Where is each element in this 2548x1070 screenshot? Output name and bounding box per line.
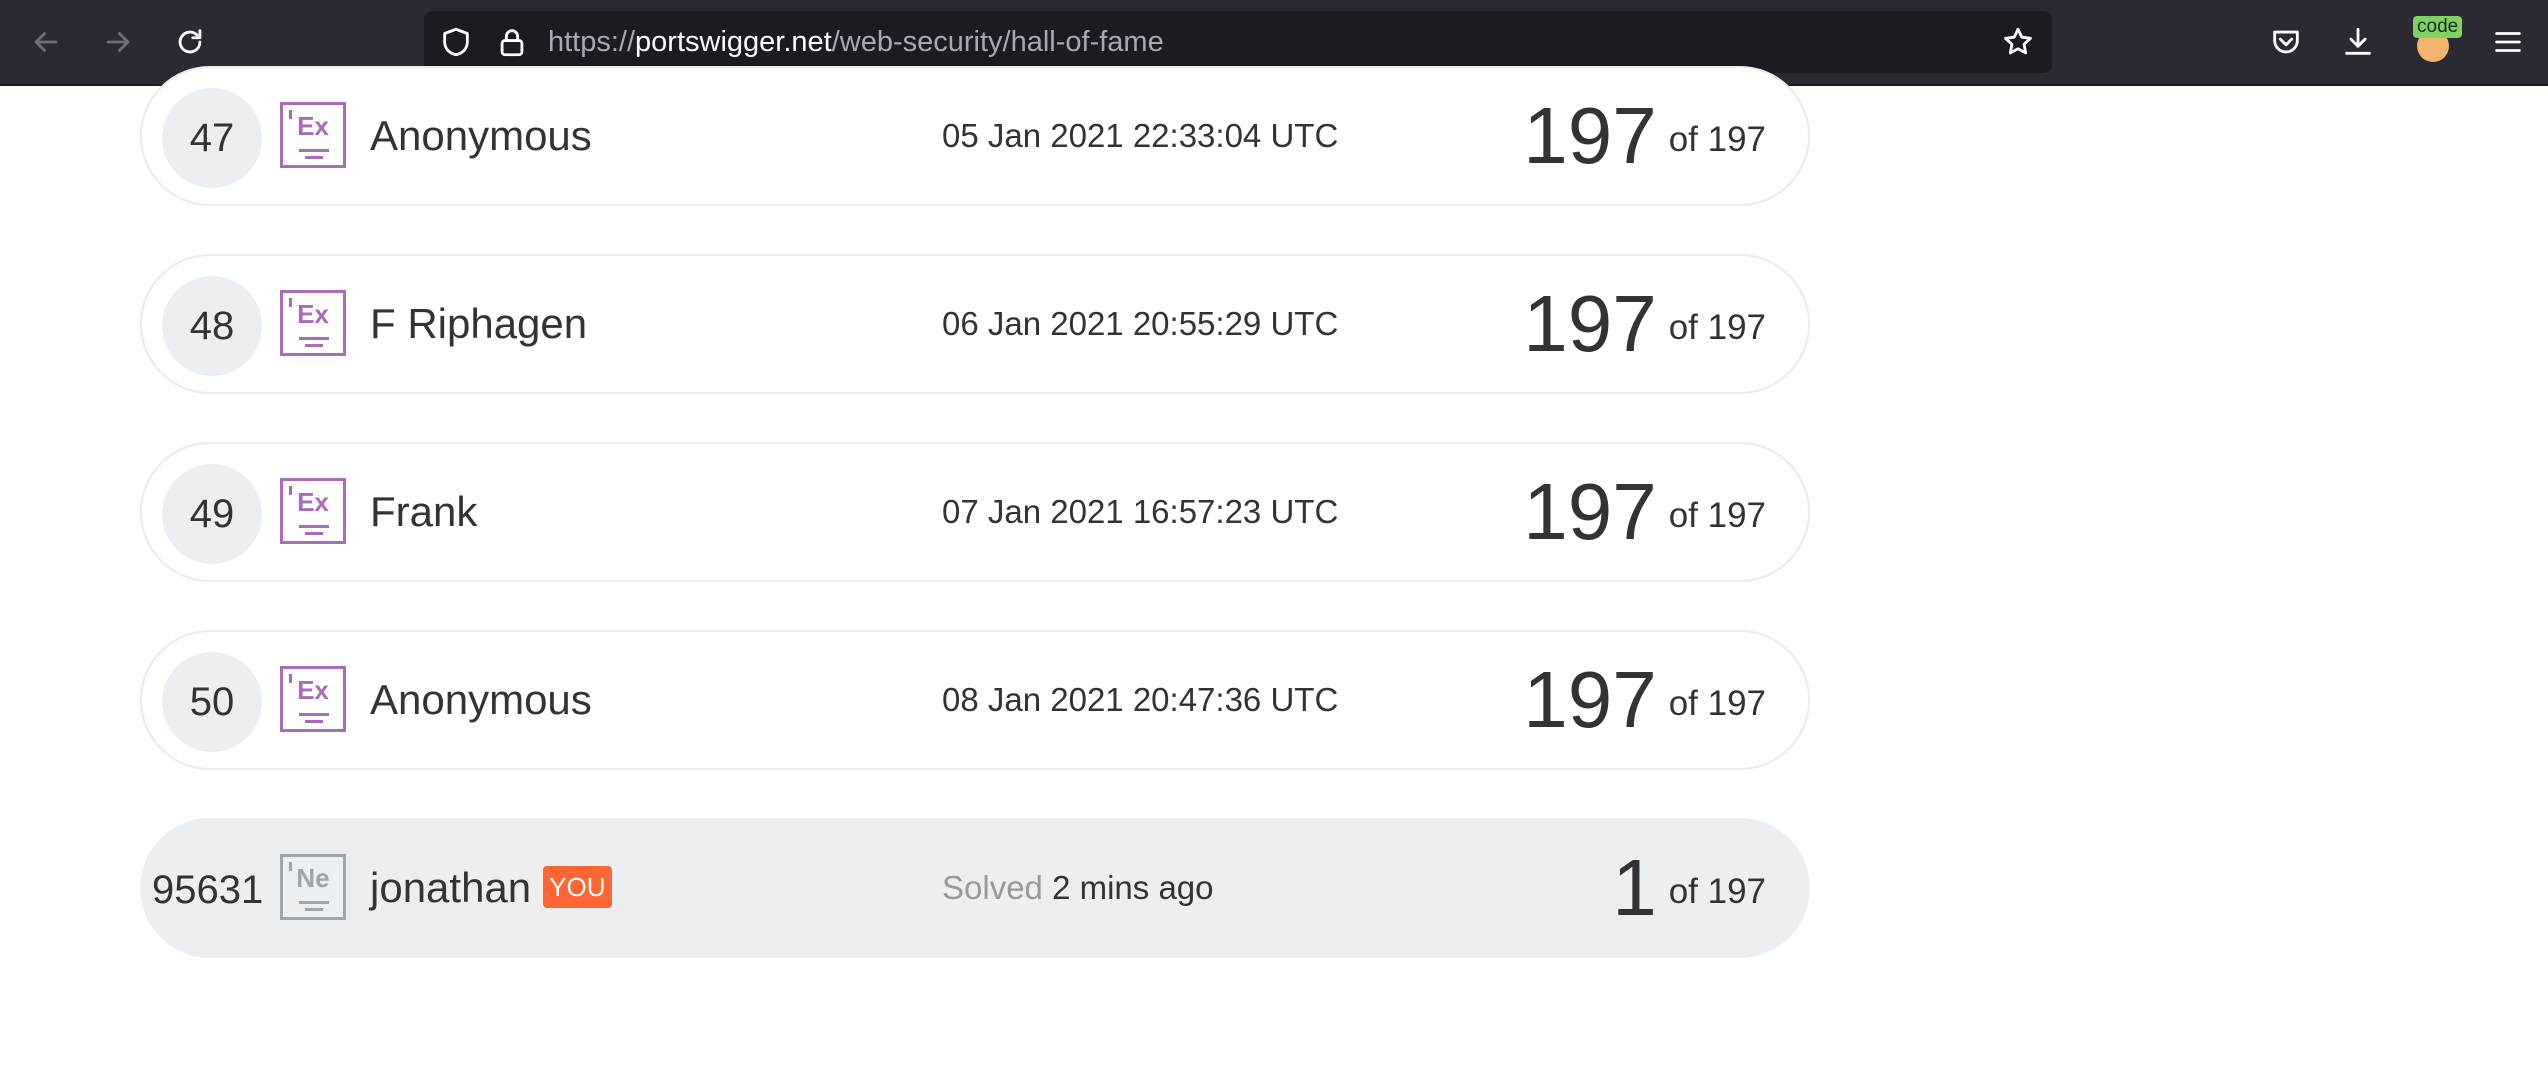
score-total: of 197 xyxy=(1668,120,1766,159)
you-tag: YOU xyxy=(543,865,612,908)
user-name: Anonymous xyxy=(370,112,592,159)
level-badge-icon: Ex xyxy=(280,290,346,356)
leaderboard-row: 50 Ex Anonymous 08 Jan 2021 20:47:36 UTC… xyxy=(140,630,1810,770)
rank-badge: 48 xyxy=(162,276,262,376)
score-value: 1 xyxy=(1612,843,1657,932)
score: 197 of 197 xyxy=(1523,256,1766,392)
user-name-text: jonathan xyxy=(370,864,532,911)
score-value: 197 xyxy=(1523,91,1657,180)
level-label: Ex xyxy=(297,675,329,705)
level-badge-icon: Ex xyxy=(280,102,346,168)
score-total: of 197 xyxy=(1668,872,1766,911)
level-badge-icon: Ex xyxy=(280,666,346,732)
level-badge-icon: Ne xyxy=(280,854,346,920)
solved-time: 2 mins ago xyxy=(1052,869,1214,906)
user-name: Anonymous xyxy=(370,676,592,723)
score-value: 197 xyxy=(1523,279,1657,368)
level-label: Ex xyxy=(297,487,329,517)
score: 1 of 197 xyxy=(1612,820,1766,956)
score: 197 of 197 xyxy=(1523,68,1766,204)
rank-badge: 50 xyxy=(162,652,262,752)
score: 197 of 197 xyxy=(1523,444,1766,580)
level-label: Ex xyxy=(297,299,329,329)
score-total: of 197 xyxy=(1668,496,1766,535)
completion-date: 06 Jan 2021 20:55:29 UTC xyxy=(942,305,1339,342)
user-name: jonathan YOU xyxy=(370,820,612,956)
score-total: of 197 xyxy=(1668,684,1766,723)
completion-date: 07 Jan 2021 16:57:23 UTC xyxy=(942,493,1339,530)
current-user-row: 95631 Ne jonathan YOU Solved 2 mins ago 1… xyxy=(140,818,1810,958)
leaderboard-row: 48 Ex F Riphagen 06 Jan 2021 20:55:29 UT… xyxy=(140,254,1810,394)
rank-badge: 47 xyxy=(162,88,262,188)
solved-status: Solved 2 mins ago xyxy=(942,820,1214,956)
leaderboard-row: 47 Ex Anonymous 05 Jan 2021 22:33:04 UTC… xyxy=(140,66,1810,206)
level-label: Ex xyxy=(297,111,329,141)
user-name: Frank xyxy=(370,488,478,535)
hall-of-fame-list: 47 Ex Anonymous 05 Jan 2021 22:33:04 UTC… xyxy=(0,0,2548,1070)
leaderboard-row: 49 Ex Frank 07 Jan 2021 16:57:23 UTC 197… xyxy=(140,442,1810,582)
rank-badge: 95631 xyxy=(152,868,264,912)
score: 197 of 197 xyxy=(1523,632,1766,768)
rank-badge: 49 xyxy=(162,464,262,564)
score-total: of 197 xyxy=(1668,308,1766,347)
completion-date: 08 Jan 2021 20:47:36 UTC xyxy=(942,681,1339,718)
level-badge-icon: Ex xyxy=(280,478,346,544)
completion-date: 05 Jan 2021 22:33:04 UTC xyxy=(942,117,1339,154)
score-value: 197 xyxy=(1523,467,1657,556)
solved-label: Solved xyxy=(942,869,1043,906)
user-name: F Riphagen xyxy=(370,300,588,347)
score-value: 197 xyxy=(1523,655,1657,744)
level-label: Ne xyxy=(296,863,330,893)
